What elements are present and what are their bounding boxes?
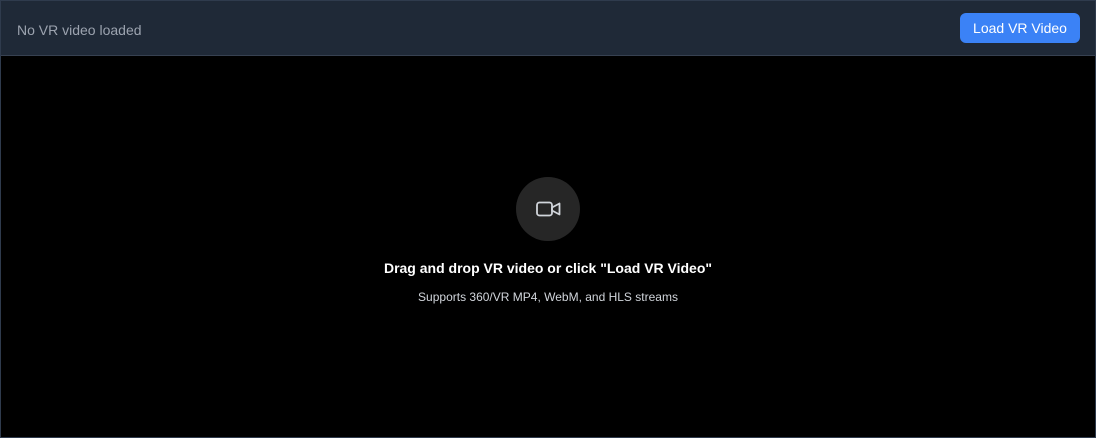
load-vr-video-button[interactable]: Load VR Video xyxy=(960,13,1080,43)
vr-player-window: No VR video loaded Load VR Video Drag an… xyxy=(0,0,1096,438)
video-drop-zone[interactable]: Drag and drop VR video or click "Load VR… xyxy=(1,56,1095,437)
top-bar: No VR video loaded Load VR Video xyxy=(1,1,1095,56)
video-camera-icon xyxy=(536,201,561,217)
drop-zone-supported-formats: Supports 360/VR MP4, WebM, and HLS strea… xyxy=(418,290,678,304)
video-status-text: No VR video loaded xyxy=(17,22,142,38)
drop-zone-headline: Drag and drop VR video or click "Load VR… xyxy=(383,260,713,276)
video-placeholder-badge xyxy=(516,177,580,241)
